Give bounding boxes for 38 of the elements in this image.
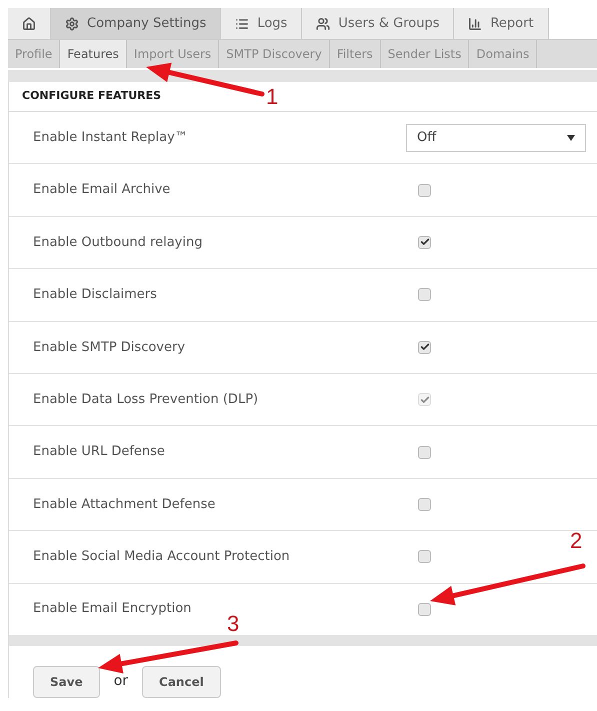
feature-label: Enable SMTP Discovery <box>32 338 186 356</box>
mode-dropdown[interactable]: Off <box>406 124 586 152</box>
or-text: or <box>114 672 128 692</box>
feature-label: Enable Data Loss Prevention (DLP) <box>32 390 260 409</box>
feature-checkbox[interactable] <box>418 446 431 459</box>
feature-checkbox[interactable] <box>418 498 431 511</box>
feature-label: Enable Email Archive <box>32 181 172 200</box>
annotation-number: 3 <box>227 610 240 638</box>
panel-title: CONFIGURE FEATURES <box>22 88 162 104</box>
list-icon <box>235 16 250 30</box>
sub-tab[interactable]: Features <box>60 40 127 68</box>
annotation-number: 2 <box>570 527 582 555</box>
bar-chart-icon <box>468 16 482 30</box>
save-button[interactable]: Save <box>33 666 100 698</box>
users-icon <box>316 16 330 30</box>
main-tab[interactable]: Company Settings <box>51 8 222 39</box>
feature-label: Enable Social Media Account Protection <box>32 548 291 566</box>
settings-icon <box>65 16 79 30</box>
main-tab[interactable]: Logs <box>221 8 302 39</box>
feature-label: Enable Instant Replay™ <box>32 128 189 147</box>
feature-checkbox[interactable] <box>418 288 431 302</box>
feature-label: Enable URL Defense <box>32 443 166 462</box>
main-tab[interactable]: Report <box>454 8 549 39</box>
cancel-button[interactable]: Cancel <box>142 666 221 698</box>
feature-checkbox[interactable] <box>418 184 431 197</box>
feature-checkbox[interactable] <box>418 550 431 564</box>
main-tab[interactable] <box>8 8 51 39</box>
main-tab[interactable]: Users & Groups <box>302 8 454 39</box>
home-icon <box>22 16 36 30</box>
annotation-number: 1 <box>266 83 278 111</box>
caret-icon <box>567 134 575 141</box>
feature-label: Enable Outbound relaying <box>32 234 204 252</box>
feature-label: Enable Attachment Defense <box>32 496 216 514</box>
feature-checkbox[interactable] <box>418 236 431 249</box>
feature-checkbox[interactable] <box>418 602 431 616</box>
feature-label: Enable Email Encryption <box>32 600 192 618</box>
feature-label: Enable Disclaimers <box>32 286 158 304</box>
feature-checkbox[interactable] <box>418 340 431 354</box>
